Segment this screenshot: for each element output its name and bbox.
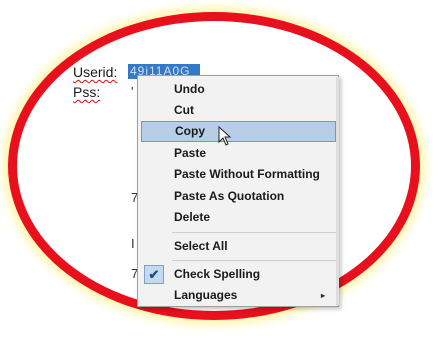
menu-item-paste-without-formatting[interactable]: Paste Without Formatting [139,164,337,185]
menu-item-delete[interactable]: Delete [139,207,337,228]
menu-item-label: Delete [174,210,211,224]
menu-item-cut[interactable]: Cut [139,100,337,121]
pss-label: Pss: [73,84,101,100]
context-menu: Undo Cut Copy Paste Paste Without Format… [137,75,339,307]
menu-item-label: Undo [174,82,205,96]
menu-item-label: Paste Without Formatting [174,167,320,181]
doc-stray-char: I [131,236,135,251]
menu-item-label: Select All [174,239,228,253]
menu-item-languages[interactable]: Languages ▸ [139,285,337,306]
menu-item-paste-as-quotation[interactable]: Paste As Quotation [139,186,337,207]
scrollbar[interactable] [336,77,339,305]
checkmark-icon: ✔ [144,265,164,284]
menu-item-undo[interactable]: Undo [139,79,337,100]
doc-stray-char: ' [131,84,134,99]
menu-item-label: Paste [174,146,207,160]
menu-separator [172,260,336,261]
menu-item-copy[interactable]: Copy [141,121,336,142]
menu-item-label: Check Spelling [174,267,261,281]
userid-label: Userid: [73,64,118,80]
menu-item-check-spelling[interactable]: ✔ Check Spelling [139,264,337,285]
menu-item-select-all[interactable]: Select All [139,236,337,257]
menu-item-label: Languages [174,288,238,302]
mouse-pointer-icon [218,126,232,146]
menu-item-paste[interactable]: Paste [139,143,337,164]
submenu-arrow-icon: ▸ [320,291,325,300]
menu-item-label: Cut [174,103,194,117]
menu-separator [172,232,336,233]
menu-item-label: Copy [175,124,205,138]
menu-item-label: Paste As Quotation [174,189,285,203]
